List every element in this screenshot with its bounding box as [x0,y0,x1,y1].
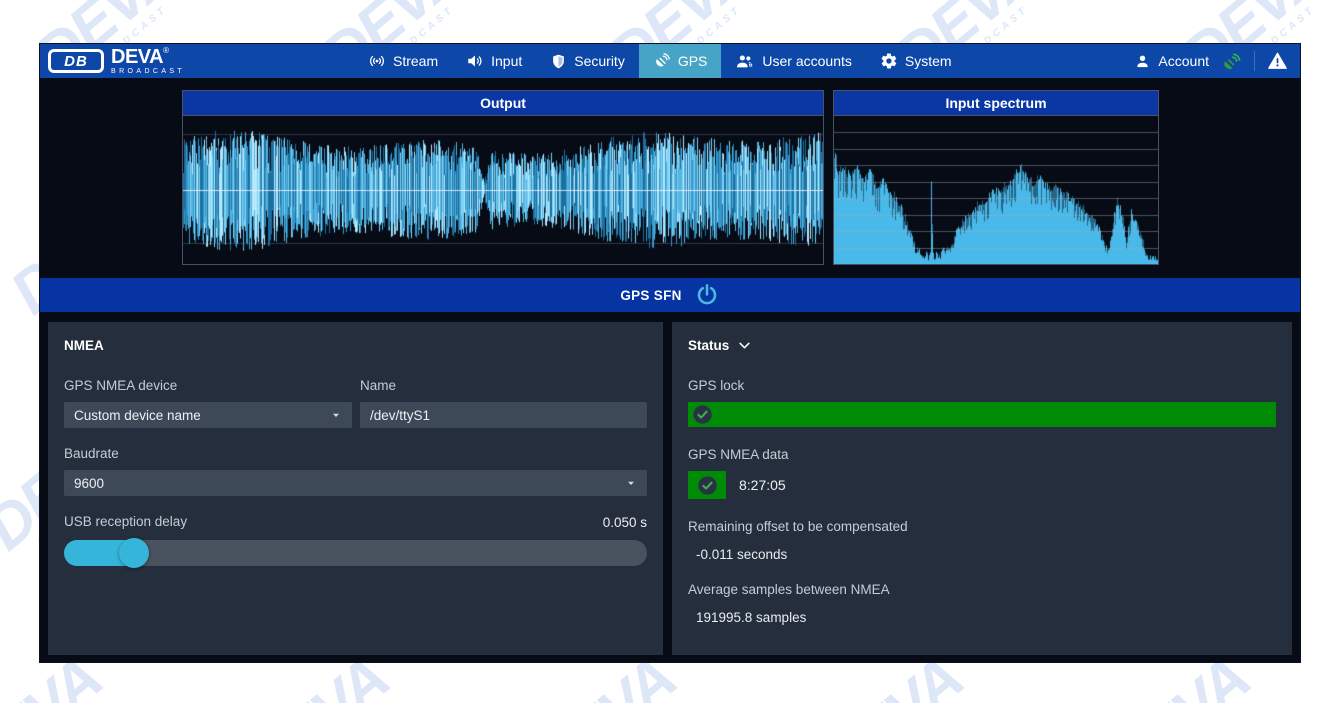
baudrate-label: Baudrate [64,446,647,462]
nav-item-label: GPS [678,53,708,69]
input-icon [466,52,484,70]
charts-strip: Output Input spectrum [40,78,1300,278]
nav-item-label: Security [574,53,625,69]
nav-menu: Stream Input Security GPS User accounts Syste… [185,44,1134,78]
system-icon [880,52,898,70]
usb-delay-value: 0.050 s [603,515,647,530]
gps-sfn-label: GPS SFN [620,288,681,303]
usb-delay-label: USB reception delay [64,514,187,530]
nav-right-cluster: Account [1134,51,1288,72]
gps-sfn-bar: GPS SFN [40,278,1300,312]
status-panel: Status GPS lock GPS NMEA data [672,322,1292,655]
input-spectrum-title: Input spectrum [834,91,1158,116]
nav-item-user-accounts[interactable]: User accounts [721,44,865,78]
nav-item-label: System [905,53,952,69]
nav-item-gps[interactable]: GPS [639,44,722,78]
brand-logo: DB DEVA® BROADCAST [48,47,185,75]
nmea-panel: NMEA GPS NMEA device Custom device name … [48,322,663,655]
nav-item-label: Input [491,53,522,69]
nav-item-stream[interactable]: Stream [354,44,452,78]
output-chart-panel: Output [182,90,824,265]
baudrate-dropdown[interactable]: 9600 [64,470,647,496]
app-window: DB DEVA® BROADCAST Stream Input Security GP… [40,44,1300,662]
device-name-input[interactable] [360,402,647,428]
gps-lock-label: GPS lock [688,378,1276,394]
brand-subtitle: BROADCAST [111,68,185,75]
stream-icon [368,52,386,70]
status-panel-title: Status [688,338,729,353]
check-circle-icon [692,404,713,425]
gps-nmea-data-time: 8:27:05 [739,477,786,493]
output-waveform-chart [183,116,823,264]
gps-sfn-power-button[interactable] [694,282,720,308]
avg-samples-label: Average samples between NMEA [688,582,1276,598]
security-icon [550,53,567,70]
input-spectrum-chart [834,116,1158,264]
account-label: Account [1158,53,1209,69]
chevron-down-icon [737,338,752,353]
top-navbar: DB DEVA® BROADCAST Stream Input Security GP… [40,44,1300,78]
avg-samples-value: 191995.8 samples [688,610,1276,625]
antenna-status-icon [1221,51,1242,72]
power-icon [694,282,720,308]
gps-lock-status-bar [688,402,1276,427]
offset-label: Remaining offset to be compensated [688,519,1276,535]
user-accounts-icon [735,52,755,70]
gps-nmea-data-label: GPS NMEA data [688,447,1276,463]
chevron-down-icon [625,477,637,489]
alarm-warning-icon[interactable] [1267,51,1288,71]
slider-thumb[interactable] [119,538,149,568]
input-spectrum-panel: Input spectrum [833,90,1159,265]
gps-nmea-device-dropdown[interactable]: Custom device name [64,402,352,428]
nmea-panel-title: NMEA [64,336,647,354]
nav-divider [1254,51,1255,71]
brand-registered-mark: ® [163,46,169,55]
check-circle-icon [697,475,718,496]
account-icon [1134,53,1151,70]
gps-nmea-device-label: GPS NMEA device [64,378,352,394]
nav-item-input[interactable]: Input [452,44,536,78]
output-chart-title: Output [183,91,823,116]
nav-item-label: Stream [393,53,438,69]
nav-item-security[interactable]: Security [536,44,639,78]
status-collapse-button[interactable] [737,338,752,353]
gps-nmea-data-status [688,471,726,499]
gps-icon [653,52,671,70]
brand-name: DEVA [111,46,163,68]
db-logo-icon: DB [48,49,104,73]
content-area: NMEA GPS NMEA device Custom device name … [40,312,1300,662]
chevron-down-icon [330,409,342,421]
offset-value: -0.011 seconds [688,547,1276,562]
nav-item-system[interactable]: System [866,44,966,78]
nav-item-label: User accounts [762,53,851,69]
account-button[interactable]: Account [1134,53,1209,70]
device-name-label: Name [360,378,647,394]
usb-delay-slider[interactable] [64,540,647,566]
